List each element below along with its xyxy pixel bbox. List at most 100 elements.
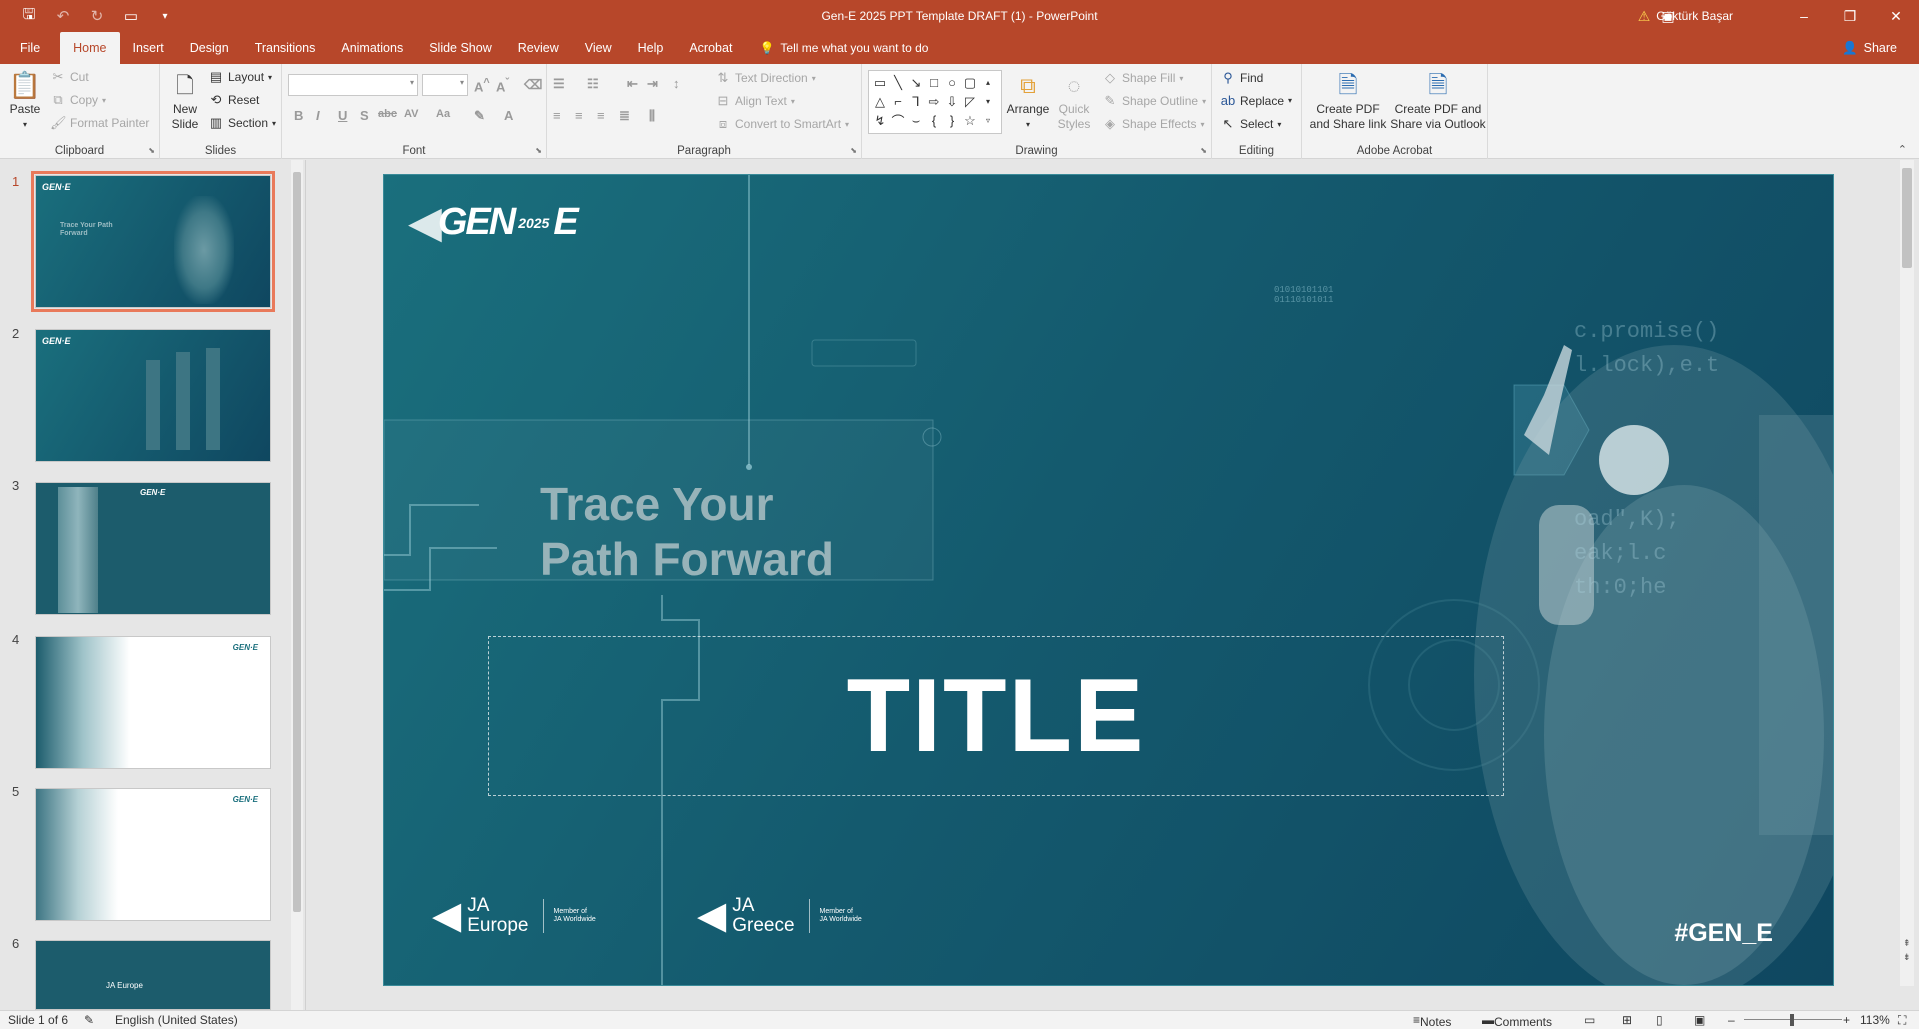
copy-button[interactable]: ⧉ Copy ▾ [50, 92, 106, 108]
slideshow-view-icon[interactable]: ▣ [1694, 1013, 1705, 1027]
textbox-shape-icon[interactable]: ▭ [871, 73, 889, 92]
fit-to-window-icon[interactable]: ⛶ [1898, 1013, 1906, 1028]
align-left-icon[interactable]: ≡ [553, 108, 561, 123]
thumbnail-scrollbar[interactable] [291, 160, 303, 1010]
numbering-icon[interactable]: ☷ [587, 76, 599, 92]
next-slide-icon[interactable]: ⇟ [1903, 952, 1911, 963]
shape-fill-button[interactable]: ◇ Shape Fill ▾ [1102, 70, 1183, 86]
thumbnail-slide-4[interactable]: GEN·E [35, 636, 271, 769]
save-icon[interactable]: 🖫 [18, 5, 40, 27]
shape-outline-button[interactable]: ✎ Shape Outline ▾ [1102, 93, 1207, 109]
slide-sorter-icon[interactable]: ⊞ [1622, 1013, 1632, 1027]
decrease-indent-icon[interactable]: ⇤ [627, 76, 638, 92]
shapes-gallery[interactable]: ▭ ╲ ↘ □ ○ ▢ ▴ △ ⌐ ⅂ ⇨ ⇩ ◸ ▾ ↯ ⌒ ⌣{} ☆ ▿ [868, 70, 1002, 134]
tab-insert[interactable]: Insert [120, 32, 177, 64]
cut-button[interactable]: ✂ Cut [50, 69, 89, 85]
bold-icon[interactable]: B [294, 108, 303, 123]
arrow-line-shape-icon[interactable]: ↘ [907, 73, 925, 92]
slide-scrollbar[interactable]: ⇞ ⇟ [1900, 160, 1914, 986]
prev-slide-icon[interactable]: ⇞ [1903, 938, 1911, 949]
elbow-shape-icon[interactable]: ⅂ [907, 92, 925, 111]
underline-icon[interactable]: U [338, 108, 347, 123]
drawing-launcher-icon[interactable]: ⬊ [1200, 146, 1207, 155]
rectangle-shape-icon[interactable]: □ [925, 73, 943, 92]
tab-review[interactable]: Review [505, 32, 572, 64]
shadow-icon[interactable]: S [360, 108, 369, 123]
redo-icon[interactable]: ↻ [86, 5, 108, 27]
zoom-level[interactable]: 113% [1860, 1013, 1890, 1027]
format-painter-button[interactable]: 🖌 Format Painter [50, 115, 149, 131]
character-spacing-icon[interactable]: AV [404, 108, 418, 120]
reading-view-icon[interactable]: ▯ [1656, 1013, 1663, 1027]
tab-view[interactable]: View [572, 32, 625, 64]
tab-design[interactable]: Design [177, 32, 242, 64]
paste-button[interactable]: 📋 Paste ▾ [8, 68, 42, 132]
thumbnail-slide-2[interactable]: GEN·E [35, 329, 271, 462]
align-right-icon[interactable]: ≡ [597, 108, 605, 123]
strikethrough-icon[interactable]: abc [378, 108, 397, 120]
increase-font-icon[interactable]: A^ [474, 77, 490, 94]
shape-effects-button[interactable]: ◈ Shape Effects ▾ [1102, 116, 1205, 132]
gallery-more-icon[interactable]: ▿ [979, 111, 997, 130]
decrease-font-icon[interactable]: Aˇ [496, 77, 509, 94]
ribbon-display-options-icon[interactable]: ▣ [1645, 0, 1691, 32]
rounded-rect-shape-icon[interactable]: ▢ [961, 73, 979, 92]
tab-file[interactable]: File [0, 32, 60, 64]
new-slide-button[interactable]: 🗋 New Slide [164, 68, 206, 132]
font-color-icon[interactable]: A [504, 108, 513, 123]
align-center-icon[interactable]: ≡ [575, 108, 583, 123]
star-shape-icon[interactable]: ☆ [961, 111, 979, 130]
increase-indent-icon[interactable]: ⇥ [647, 76, 658, 92]
quick-styles-button[interactable]: ◌ Quick Styles [1052, 68, 1096, 132]
curve-shape-icon[interactable]: ⌒ [889, 111, 907, 130]
gallery-up-icon[interactable]: ▴ [979, 73, 997, 92]
paragraph-launcher-icon[interactable]: ⬊ [850, 146, 857, 155]
font-launcher-icon[interactable]: ⬊ [535, 146, 542, 155]
collapse-ribbon-icon[interactable]: ⌃ [1898, 143, 1907, 156]
section-button[interactable]: ▥ Section ▾ [208, 115, 276, 131]
select-button[interactable]: ↖ Select ▾ [1220, 116, 1282, 132]
change-case-icon[interactable]: Aa [436, 108, 450, 120]
zoom-slider-thumb[interactable] [1790, 1014, 1794, 1026]
convert-smartart-button[interactable]: ⧈ Convert to SmartArt ▾ [715, 116, 849, 132]
normal-view-icon[interactable]: ▭ [1584, 1013, 1595, 1027]
comments-button[interactable]: ▬ Comments [1482, 1013, 1552, 1029]
line-shape-icon[interactable]: ╲ [889, 73, 907, 92]
font-size-box[interactable]: ▾ [422, 74, 468, 96]
arrange-button[interactable]: ⧉ Arrange ▾ [1006, 68, 1050, 132]
connector-shape-icon[interactable]: ⌐ [889, 92, 907, 111]
text-direction-button[interactable]: ⇅ Text Direction ▾ [715, 70, 816, 86]
line-spacing-icon[interactable]: ↕ [673, 76, 680, 91]
present-from-start-icon[interactable]: ▭ [120, 5, 142, 27]
create-pdf-outlook-button[interactable]: 🗎 Create PDF and Share via Outlook [1390, 68, 1486, 132]
undo-icon[interactable]: ↶ [52, 5, 74, 27]
font-name-box[interactable]: ▾ [288, 74, 418, 96]
title-text[interactable]: TITLE [847, 657, 1146, 776]
left-brace-shape-icon[interactable]: { [925, 111, 943, 130]
customize-toolbar-icon[interactable]: ▾ [154, 5, 176, 27]
align-text-button[interactable]: ⊟ Align Text ▾ [715, 93, 795, 109]
tab-acrobat[interactable]: Acrobat [676, 32, 745, 64]
restore-button[interactable]: ❐ [1827, 0, 1873, 32]
minimize-button[interactable]: – [1781, 0, 1827, 32]
thumbnail-slide-3[interactable]: GEN·E [35, 482, 271, 615]
tab-home[interactable]: Home [60, 32, 120, 64]
scrollbar-thumb[interactable] [293, 172, 301, 912]
scrollbar-thumb[interactable] [1902, 168, 1912, 268]
down-arrow-shape-icon[interactable]: ⇩ [943, 92, 961, 111]
right-brace-shape-icon[interactable]: } [943, 111, 961, 130]
close-button[interactable]: ✕ [1873, 0, 1919, 32]
reset-button[interactable]: ⟲ Reset [208, 92, 260, 108]
tab-slide-show[interactable]: Slide Show [416, 32, 505, 64]
current-slide[interactable]: ◀ GEN 2025 E Trace Your Path Forward 010… [383, 174, 1834, 986]
clear-formatting-icon[interactable]: ⌫ [524, 77, 542, 93]
tab-transitions[interactable]: Transitions [242, 32, 329, 64]
zoom-in-icon[interactable]: + [1843, 1013, 1850, 1027]
right-arrow-shape-icon[interactable]: ⇨ [925, 92, 943, 111]
callout-shape-icon[interactable]: ◸ [961, 92, 979, 111]
tab-help[interactable]: Help [625, 32, 677, 64]
oval-shape-icon[interactable]: ○ [943, 73, 961, 92]
arc-shape-icon[interactable]: ⌣ [907, 111, 925, 130]
tell-me-search[interactable]: 💡 Tell me what you want to do [745, 32, 928, 64]
italic-icon[interactable]: I [316, 108, 320, 123]
